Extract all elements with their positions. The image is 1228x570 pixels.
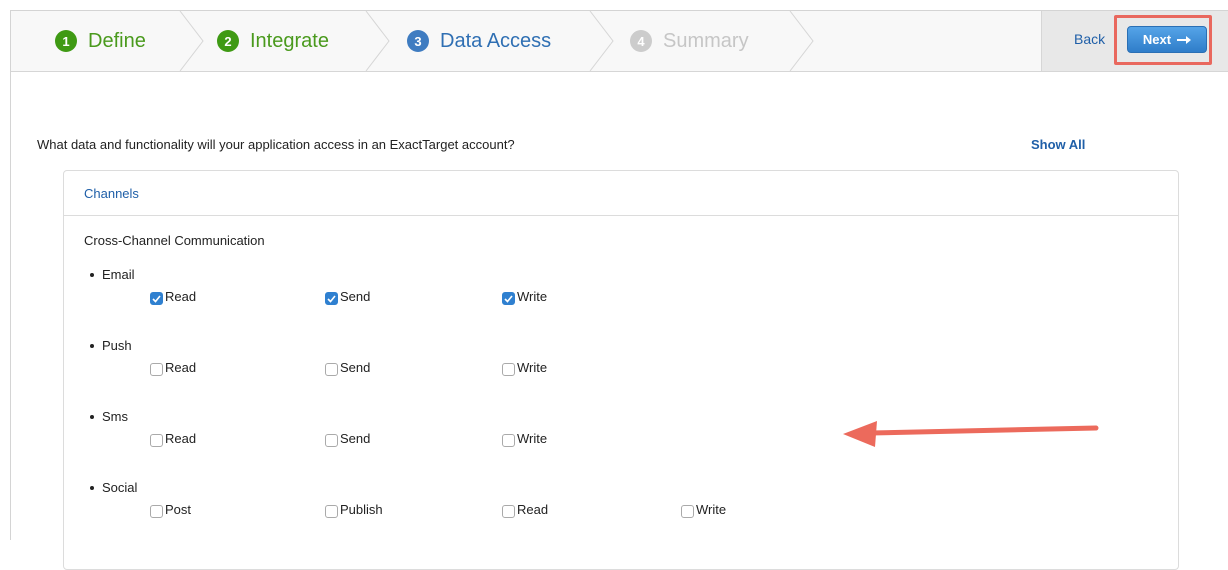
option-label: Read — [165, 289, 197, 304]
step-label: Define — [88, 29, 146, 52]
channel-group-sms: Sms Read Send Write — [84, 409, 547, 452]
option-label: Write — [517, 431, 548, 446]
option-social-write[interactable]: Write — [681, 501, 726, 518]
option-label: Send — [340, 289, 371, 304]
option-email-read[interactable]: Read — [150, 288, 196, 305]
checkbox[interactable] — [325, 434, 338, 447]
panel-title: Channels — [84, 185, 139, 201]
step-separator-icon — [179, 11, 204, 71]
checkbox-checked[interactable] — [502, 292, 515, 305]
option-sms-write[interactable]: Write — [502, 430, 547, 447]
option-label: Write — [517, 360, 548, 375]
option-label: Send — [340, 360, 371, 375]
option-label: Read — [165, 360, 197, 375]
step-label: Data Access — [440, 29, 552, 52]
check-icon — [504, 294, 513, 303]
bullet-icon — [90, 343, 94, 348]
bullet-icon — [90, 272, 94, 277]
option-push-send[interactable]: Send — [325, 359, 370, 376]
step-label: Summary — [663, 29, 749, 52]
checkbox[interactable] — [502, 363, 515, 376]
step-number: 3 — [407, 30, 429, 52]
channel-name: Email — [102, 267, 135, 282]
option-label: Post — [165, 502, 192, 517]
step-define[interactable]: 1 Define — [55, 11, 146, 71]
section-title: Cross-Channel Communication — [84, 233, 265, 248]
option-row: Read Send Write — [84, 359, 547, 381]
arrow-left-icon — [843, 421, 1099, 447]
checkbox[interactable] — [681, 505, 694, 518]
channel-name: Social — [102, 480, 138, 495]
channel-label: Email — [84, 267, 135, 282]
option-label: Write — [696, 502, 727, 517]
checkbox[interactable] — [325, 505, 338, 518]
arrow-right-icon — [1177, 35, 1192, 44]
channel-label: Sms — [84, 409, 128, 424]
option-sms-read[interactable]: Read — [150, 430, 196, 447]
option-push-read[interactable]: Read — [150, 359, 196, 376]
wizard-steps: 1 Define 2 Integrate 3 Data Access 4 Sum… — [11, 11, 1041, 71]
channel-group-social: Social Post Publish Read Write — [84, 480, 726, 523]
option-row: Read Send Write — [84, 288, 547, 310]
step-separator-icon — [589, 11, 614, 71]
step-integrate[interactable]: 2 Integrate — [217, 11, 329, 71]
channel-label: Push — [84, 338, 132, 353]
step-separator-icon — [365, 11, 390, 71]
step-label: Integrate — [250, 29, 329, 52]
step-number: 2 — [217, 30, 239, 52]
bullet-icon — [90, 485, 94, 490]
option-label: Read — [517, 502, 549, 517]
option-label: Send — [340, 431, 371, 446]
channel-group-push: Push Read Send Write — [84, 338, 547, 381]
option-label: Write — [517, 289, 548, 304]
step-data-access[interactable]: 3 Data Access — [407, 11, 551, 71]
checkbox-checked[interactable] — [150, 292, 163, 305]
checkbox[interactable] — [325, 363, 338, 376]
channel-label: Social — [84, 480, 137, 495]
wizard-actions: Back Next — [1041, 11, 1228, 71]
step-summary[interactable]: 4 Summary — [630, 11, 749, 71]
option-push-write[interactable]: Write — [502, 359, 547, 376]
app-frame: 1 Define 2 Integrate 3 Data Access 4 Sum… — [10, 10, 1228, 570]
channel-name: Sms — [102, 409, 128, 424]
channels-panel: Channels Cross-Channel Communication Ema… — [63, 170, 1179, 570]
option-social-publish[interactable]: Publish — [325, 501, 383, 518]
option-social-post[interactable]: Post — [150, 501, 191, 518]
next-button-label: Next — [1142, 32, 1172, 47]
next-button[interactable]: Next — [1127, 26, 1207, 53]
data-access-question: What data and functionality will your ap… — [37, 137, 515, 152]
option-row: Post Publish Read Write — [84, 501, 726, 523]
checkbox[interactable] — [150, 434, 163, 447]
bullet-icon — [90, 414, 94, 419]
checkbox-checked[interactable] — [325, 292, 338, 305]
option-label: Publish — [340, 502, 383, 517]
check-icon — [327, 294, 336, 303]
option-sms-send[interactable]: Send — [325, 430, 370, 447]
checkbox[interactable] — [502, 434, 515, 447]
option-social-read[interactable]: Read — [502, 501, 548, 518]
option-label: Read — [165, 431, 197, 446]
show-all-link[interactable]: Show All — [1031, 137, 1085, 152]
option-row: Read Send Write — [84, 430, 547, 452]
checkbox[interactable] — [502, 505, 515, 518]
option-email-write[interactable]: Write — [502, 288, 547, 305]
check-icon — [152, 294, 161, 303]
wizard-bar: 1 Define 2 Integrate 3 Data Access 4 Sum… — [11, 11, 1228, 72]
checkbox[interactable] — [150, 363, 163, 376]
step-separator-icon — [789, 11, 814, 71]
option-email-send[interactable]: Send — [325, 288, 370, 305]
step-number: 4 — [630, 30, 652, 52]
panel-header[interactable]: Channels — [64, 171, 1178, 216]
checkbox[interactable] — [150, 505, 163, 518]
channel-name: Push — [102, 338, 132, 353]
step-number: 1 — [55, 30, 77, 52]
channel-group-email: Email Read Send Write — [84, 267, 547, 310]
back-link[interactable]: Back — [1074, 31, 1105, 47]
